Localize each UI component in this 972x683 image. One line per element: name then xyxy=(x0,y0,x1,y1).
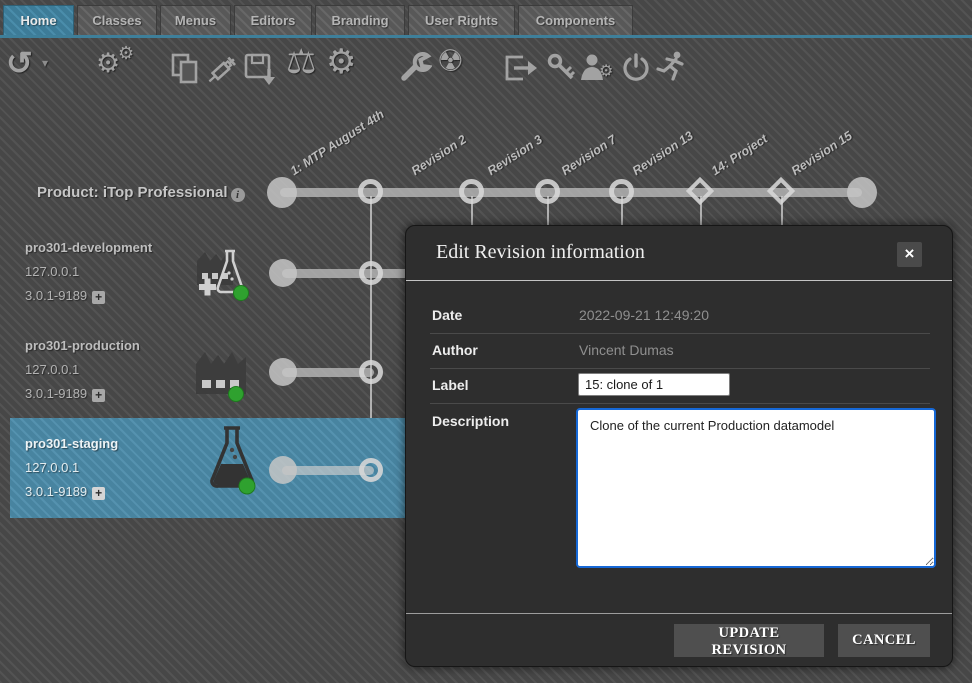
field-divider xyxy=(430,333,930,334)
env-timeline-line-development xyxy=(282,269,420,278)
tab-classes[interactable]: Classes xyxy=(77,5,157,35)
revision-node-15[interactable] xyxy=(847,177,877,208)
env-node-development[interactable] xyxy=(359,261,383,285)
tab-menus[interactable]: Menus xyxy=(160,5,231,35)
revision-label: Revision 3 xyxy=(485,132,546,179)
gears-process-icon[interactable]: ⚙ xyxy=(96,50,120,77)
radiation-icon[interactable]: ☢ xyxy=(437,47,464,77)
settings-gear-icon[interactable]: ⚙ xyxy=(326,45,356,79)
exit-export-icon[interactable] xyxy=(503,52,539,84)
date-field-label: Date xyxy=(432,307,462,323)
author-field-value: Vincent Dumas xyxy=(579,342,674,358)
dialog-title: Edit Revision information xyxy=(436,241,645,264)
info-icon[interactable]: i xyxy=(231,188,245,202)
revision-node-origin[interactable] xyxy=(267,177,297,208)
product-label-text: Product: iTop Professional xyxy=(37,184,228,201)
revision-node-2[interactable] xyxy=(459,179,484,204)
revision-label: Revision 7 xyxy=(559,132,620,179)
revision-label: 14: Project xyxy=(709,132,771,179)
env-name-development[interactable]: pro301-development xyxy=(25,240,152,255)
env-node-origin-staging[interactable] xyxy=(269,456,297,484)
undo-icon[interactable]: ↺ xyxy=(6,47,33,79)
env-node-production[interactable] xyxy=(359,360,383,384)
power-icon[interactable] xyxy=(620,52,652,84)
revision-label: Revision 13 xyxy=(630,129,696,179)
env-version-text: 3.0.1-9189 xyxy=(25,288,87,303)
undo-dropdown-caret-icon[interactable]: ▾ xyxy=(42,57,48,69)
staging-flask-icon[interactable] xyxy=(205,424,261,501)
env-ip-production: 127.0.0.1 xyxy=(25,362,79,377)
revision-node-1[interactable] xyxy=(358,179,383,204)
product-label: Product: iTop Professionali xyxy=(37,184,245,202)
field-divider xyxy=(430,368,930,369)
env-name-production[interactable]: pro301-production xyxy=(25,338,140,353)
env-node-origin-production[interactable] xyxy=(269,358,297,386)
close-icon[interactable]: × xyxy=(897,242,922,267)
revision-label: Revision 2 xyxy=(409,132,470,179)
development-flask-plus-icon[interactable] xyxy=(193,245,253,308)
production-factory-icon[interactable] xyxy=(190,342,252,407)
revision-label: 1: MTP August 4th xyxy=(288,107,387,179)
revision-node-7[interactable] xyxy=(609,179,634,204)
label-input[interactable] xyxy=(578,373,730,396)
env-version-staging: 3.0.1-9189 + xyxy=(25,484,105,500)
tab-editors[interactable]: Editors xyxy=(234,5,312,35)
env-node-staging[interactable] xyxy=(359,458,383,482)
update-revision-button[interactable]: UPDATE REVISION xyxy=(674,624,824,657)
revision-node-13[interactable] xyxy=(686,177,714,205)
env-version-text: 3.0.1-9189 xyxy=(25,484,87,499)
designer-window: Home Classes Menus Editors Branding User… xyxy=(0,0,972,683)
version-expand-icon[interactable]: + xyxy=(92,487,105,500)
revision-label: Revision 15 xyxy=(789,129,855,179)
revision-node-14[interactable] xyxy=(767,177,795,205)
runner-simulate-icon[interactable] xyxy=(655,50,689,84)
version-expand-icon[interactable]: + xyxy=(92,389,105,402)
footer-divider xyxy=(406,613,952,614)
version-expand-icon[interactable]: + xyxy=(92,291,105,304)
tab-components[interactable]: Components xyxy=(518,5,633,35)
env-node-origin-development[interactable] xyxy=(269,259,297,287)
description-textarea[interactable]: Clone of the current Production datamode… xyxy=(576,408,936,568)
tab-branding[interactable]: Branding xyxy=(315,5,405,35)
inject-syringe-icon[interactable] xyxy=(204,50,240,86)
cancel-button[interactable]: CANCEL xyxy=(838,624,930,657)
key-icon[interactable] xyxy=(546,52,576,82)
date-field-value: 2022-09-21 12:49:20 xyxy=(579,307,709,323)
env-ip-development: 127.0.0.1 xyxy=(25,264,79,279)
env-version-development: 3.0.1-9189 + xyxy=(25,288,105,304)
edit-revision-dialog: Edit Revision information × Date 2022-09… xyxy=(405,225,953,667)
user-roles-gear-icon[interactable]: ⚙ xyxy=(580,52,610,82)
label-field-label: Label xyxy=(432,377,469,393)
env-version-production: 3.0.1-9189 + xyxy=(25,386,105,402)
env-version-text: 3.0.1-9189 xyxy=(25,386,87,401)
compare-scales-icon[interactable]: ⚖ xyxy=(286,45,316,79)
tab-home[interactable]: Home xyxy=(3,5,74,35)
tab-user-rights[interactable]: User Rights xyxy=(408,5,515,35)
gears-process-small-icon: ⚙ xyxy=(118,44,134,62)
revision-node-3[interactable] xyxy=(535,179,560,204)
copy-icon[interactable] xyxy=(170,52,202,86)
user-roles-mini-gear-icon: ⚙ xyxy=(599,64,613,80)
header-divider xyxy=(406,280,952,281)
env-ip-staging: 127.0.0.1 xyxy=(25,460,79,475)
description-field-label: Description xyxy=(432,413,509,429)
save-export-icon[interactable] xyxy=(243,52,279,86)
author-field-label: Author xyxy=(432,342,478,358)
field-divider xyxy=(430,403,930,404)
wrench-icon[interactable] xyxy=(398,50,432,84)
env-name-staging[interactable]: pro301-staging xyxy=(25,436,118,451)
